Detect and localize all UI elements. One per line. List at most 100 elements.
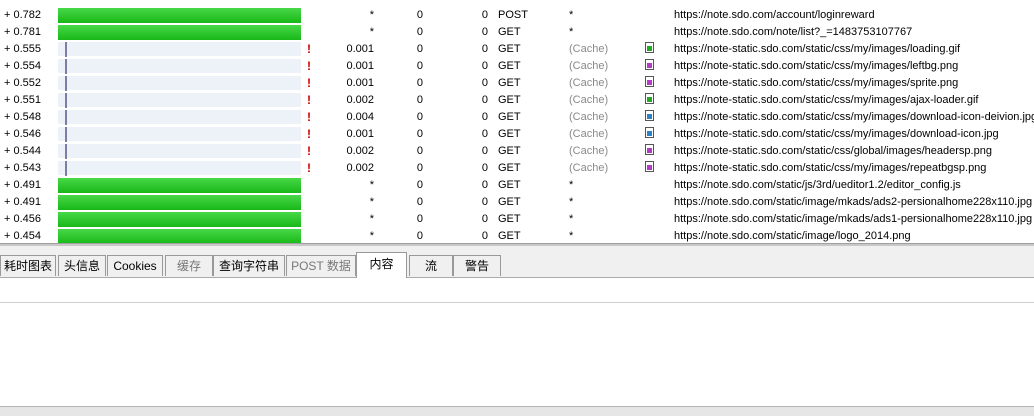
size-cell: 0.002 [346, 145, 374, 157]
warning-icon: ! [307, 93, 311, 107]
method-cell: GET [498, 179, 521, 191]
table-row[interactable]: + 0.543! 0.002 0 0 GET (Cache) https://note-st… [0, 160, 1034, 177]
count-cell: 0 [481, 179, 488, 191]
method-cell: GET [498, 213, 521, 225]
timing-bar [58, 8, 301, 23]
tab-0[interactable]: 耗时图表 [0, 255, 56, 276]
table-row[interactable]: + 0.552! 0.001 0 0 GET (Cache) https://note-st… [0, 75, 1034, 92]
count-cell: 0 [481, 162, 488, 174]
content-divider [0, 302, 1034, 303]
elapsed-time: + 0.552 [4, 77, 42, 89]
png-file-icon [645, 161, 655, 173]
url-cell: https://note-static.sdo.com/static/css/m… [674, 43, 961, 55]
tab-1[interactable]: 头信息 [58, 255, 106, 276]
status-cell: (Cache) [569, 43, 609, 55]
tab-8[interactable]: 警告 [453, 255, 501, 276]
table-row[interactable]: + 0.456 * 0 0 GET * https://note.sdo.com/stati… [0, 211, 1034, 228]
method-cell: GET [498, 94, 521, 106]
table-row[interactable]: + 0.544! 0.002 0 0 GET (Cache) https://note-st… [0, 143, 1034, 160]
count-cell: 0 [416, 196, 423, 208]
url-cell: https://note.sdo.com/static/image/logo_2… [674, 230, 911, 242]
png-file-icon [645, 144, 655, 156]
timing-bar [58, 76, 301, 91]
table-row[interactable]: + 0.555! 0.001 0 0 GET (Cache) https://note-st… [0, 41, 1034, 58]
timing-bar [58, 229, 301, 243]
table-row[interactable]: + 0.554! 0.001 0 0 GET (Cache) https://note-st… [0, 58, 1034, 75]
elapsed-time: + 0.544 [4, 145, 42, 157]
timing-bar [58, 93, 301, 108]
count-cell: 0 [481, 213, 488, 225]
timing-bar [58, 178, 301, 193]
elapsed-time: + 0.491 [4, 179, 42, 191]
timing-bar [58, 127, 301, 142]
url-cell: https://note.sdo.com/account/loginreward [674, 9, 875, 21]
url-cell: https://note-static.sdo.com/static/css/m… [674, 60, 959, 72]
count-cell: 0 [416, 230, 423, 242]
timing-bar [58, 59, 301, 74]
url-cell: https://note.sdo.com/static/image/mkads/… [674, 213, 1033, 225]
warning-icon: ! [307, 161, 311, 175]
count-cell: 0 [416, 60, 423, 72]
timing-bar [58, 25, 301, 40]
size-cell: 0.001 [346, 77, 374, 89]
table-row[interactable]: + 0.491 * 0 0 GET * https://note.sdo.com/stati… [0, 177, 1034, 194]
status-cell: * [569, 179, 574, 191]
tab-3[interactable]: 缓存 [165, 255, 213, 276]
count-cell: 0 [416, 213, 423, 225]
url-cell: https://note-static.sdo.com/static/css/m… [674, 111, 1034, 123]
tab-2[interactable]: Cookies [107, 255, 163, 276]
size-cell: 0.002 [346, 94, 374, 106]
method-cell: GET [498, 230, 521, 242]
url-cell: https://note-static.sdo.com/static/css/m… [674, 77, 959, 89]
warning-icon: ! [307, 76, 311, 90]
size-cell: 0.001 [346, 128, 374, 140]
request-list[interactable]: + 0.782 * 0 0 POST * https://note.sdo.com/acco… [0, 0, 1034, 243]
size-cell: * [369, 9, 374, 21]
count-cell: 0 [481, 230, 488, 242]
url-cell: https://note.sdo.com/static/js/3rd/uedit… [674, 179, 961, 191]
elapsed-time: + 0.554 [4, 60, 42, 72]
warning-icon: ! [307, 42, 311, 56]
table-row[interactable]: + 0.781 * 0 0 GET * https://note.sdo.com/note/… [0, 24, 1034, 41]
size-cell: * [369, 196, 374, 208]
count-cell: 0 [481, 9, 488, 21]
status-cell: (Cache) [569, 162, 609, 174]
table-row[interactable]: + 0.548! 0.004 0 0 GET (Cache) https://note-st… [0, 109, 1034, 126]
warning-icon: ! [307, 127, 311, 141]
tab-4[interactable]: 查询字符串 [213, 255, 285, 276]
count-cell: 0 [481, 145, 488, 157]
table-row[interactable]: + 0.491 * 0 0 GET * https://note.sdo.com/stati… [0, 194, 1034, 211]
jpg-file-icon [645, 127, 655, 139]
method-cell: GET [498, 162, 521, 174]
size-cell: 0.001 [346, 43, 374, 55]
status-cell: (Cache) [569, 77, 609, 89]
tab-7[interactable]: 流 [409, 255, 453, 276]
size-cell: * [369, 230, 374, 242]
table-row[interactable]: + 0.782 * 0 0 POST * https://note.sdo.com/acco… [0, 7, 1034, 24]
status-cell: * [569, 213, 574, 225]
gif-file-icon [645, 93, 655, 105]
status-cell: (Cache) [569, 60, 609, 72]
elapsed-time: + 0.781 [4, 26, 42, 38]
table-row[interactable]: + 0.454 * 0 0 GET * https://note.sdo.com/stati… [0, 228, 1034, 243]
count-cell: 0 [416, 26, 423, 38]
gif-file-icon [645, 42, 655, 54]
status-cell: (Cache) [569, 128, 609, 140]
table-row[interactable]: + 0.546! 0.001 0 0 GET (Cache) https://note-st… [0, 126, 1034, 143]
count-cell: 0 [481, 77, 488, 89]
png-file-icon [645, 59, 655, 71]
url-cell: https://note-static.sdo.com/static/css/m… [674, 128, 999, 140]
count-cell: 0 [416, 9, 423, 21]
timing-bar [58, 212, 301, 227]
warning-icon: ! [307, 59, 311, 73]
status-cell: * [569, 9, 574, 21]
tab-5[interactable]: POST 数据 [286, 255, 356, 276]
count-cell: 0 [481, 43, 488, 55]
status-cell: (Cache) [569, 94, 609, 106]
tab-6[interactable]: 内容 [356, 252, 407, 278]
elapsed-time: + 0.782 [4, 9, 42, 21]
count-cell: 0 [416, 43, 423, 55]
method-cell: GET [498, 43, 521, 55]
table-row[interactable]: + 0.551! 0.002 0 0 GET (Cache) https://note-st… [0, 92, 1034, 109]
status-cell: * [569, 26, 574, 38]
